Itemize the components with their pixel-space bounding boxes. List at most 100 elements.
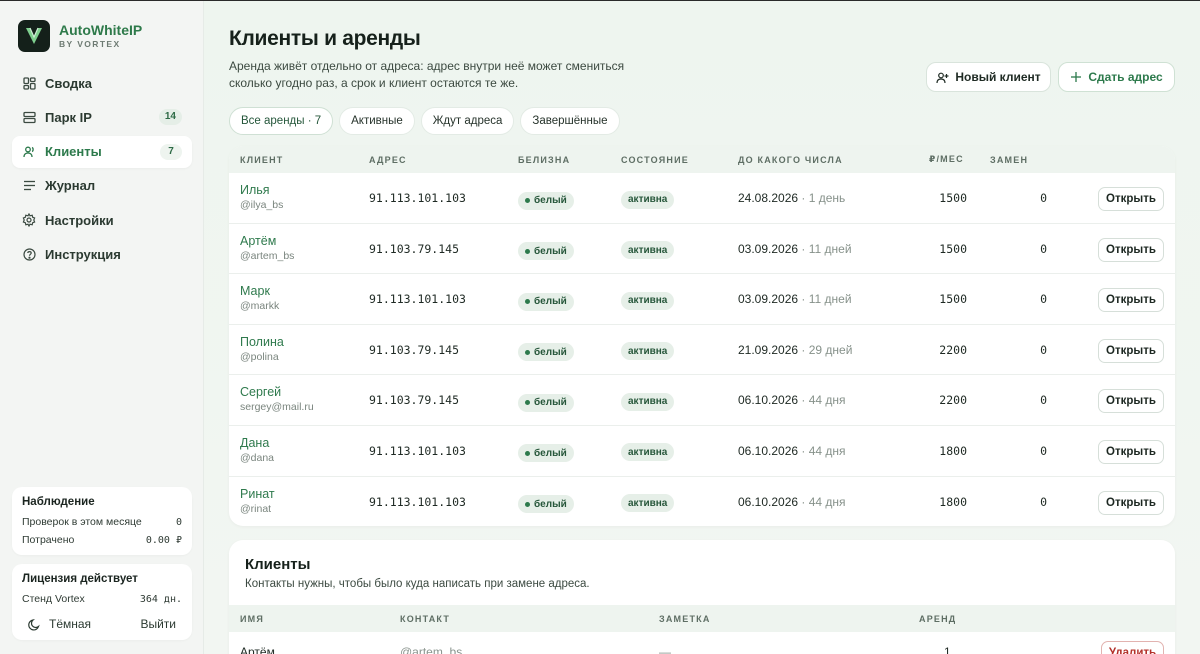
table-row: Ринат @rinat 91.113.101.103 белый активна 06.… xyxy=(229,477,1175,526)
status-dot-icon xyxy=(525,450,530,456)
whiteness-label: белый xyxy=(534,245,567,257)
add-user-icon xyxy=(936,72,949,83)
client-name-link[interactable]: Полина xyxy=(240,335,284,350)
open-rental-button[interactable]: Открыть xyxy=(1098,490,1164,515)
give-address-button[interactable]: Сдать адрес xyxy=(1058,62,1175,92)
open-rental-button[interactable]: Открыть xyxy=(1098,237,1164,262)
column-header: АДРЕС xyxy=(369,154,407,165)
brand-name: AutoWhiteIP xyxy=(59,22,143,38)
whiteness-badge: белый xyxy=(518,292,574,311)
whiteness-label: белый xyxy=(534,346,567,358)
gear-icon xyxy=(22,213,36,228)
whiteness-label: белый xyxy=(534,195,567,206)
whiteness-cell: белый xyxy=(518,342,574,362)
days-left: · 44 дня xyxy=(801,443,846,458)
table-row: Артём @artem_bs — 1 Удалить xyxy=(229,632,1175,654)
open-rental-button[interactable]: Открыть xyxy=(1098,338,1164,363)
table-row: Илья @ilya_bs 91.113.101.103 белый активна 24… xyxy=(229,173,1175,224)
state-badge: активна xyxy=(621,342,675,361)
client-rentals-count: 1 xyxy=(944,645,951,654)
delete-client-button[interactable]: Удалить xyxy=(1101,641,1164,654)
sidebar-item-ip-park[interactable]: Парк IP 14 xyxy=(12,101,192,133)
client-name-link[interactable]: Илья xyxy=(240,183,283,198)
open-rental-button[interactable]: Открыть xyxy=(1098,439,1164,464)
state-badge: активна xyxy=(621,241,675,260)
clients-subtitle: Контакты нужны, чтобы было куда написать… xyxy=(245,578,590,590)
client-cell: Марк @markk xyxy=(240,284,279,314)
state-cell: активна xyxy=(621,391,675,411)
theme-label: Тёмная xyxy=(49,617,92,631)
until-date: 06.10.2026 · 44 дня xyxy=(738,444,846,458)
state-cell: активна xyxy=(621,240,675,260)
monthly-price: 1500 xyxy=(939,191,967,205)
client-handle: @markk xyxy=(240,300,280,313)
open-rental-button[interactable]: Открыть xyxy=(1098,288,1164,313)
state-cell: активна xyxy=(621,341,675,361)
brand[interactable]: AutoWhiteIP BY VORTEX xyxy=(18,20,142,52)
table-row: Полина @polina 91.103.79.145 белый активна 21… xyxy=(229,325,1175,376)
whiteness-label: белый xyxy=(534,296,567,308)
whiteness-badge: белый xyxy=(518,393,574,412)
date-value: 06.10.2026 xyxy=(738,443,799,458)
sidebar-item-clients[interactable]: Клиенты 7 xyxy=(12,135,192,168)
until-date: 06.10.2026 · 44 дня xyxy=(738,393,846,407)
client-name-link[interactable]: Дана xyxy=(240,436,274,451)
date-value: 03.09.2026 xyxy=(738,292,799,307)
client-name-link[interactable]: Ринат xyxy=(240,487,275,502)
brand-sub: BY VORTEX xyxy=(59,39,121,49)
column-header: БЕЛИЗНА xyxy=(518,154,571,165)
theme-toggle[interactable]: Тёмная xyxy=(28,617,91,631)
filter-active[interactable]: Активные xyxy=(339,107,415,135)
monitoring-label: Проверок в этом месяце xyxy=(22,516,142,528)
page-subtitle: Аренда живёт отдельно от адреса: адрес в… xyxy=(229,59,625,90)
whiteness-cell: белый xyxy=(518,494,574,514)
column-header: КОНТАКТ xyxy=(400,614,451,624)
logout-button[interactable]: Выйти xyxy=(140,617,176,631)
new-client-button[interactable]: Новый клиент xyxy=(926,62,1051,92)
column-header: ИМЯ xyxy=(240,614,265,624)
filter-all[interactable]: Все аренды · 7 xyxy=(229,107,334,135)
monitoring-value: 0.00 ₽ xyxy=(145,534,182,546)
days-left: · 29 дней xyxy=(801,342,853,357)
open-rental-button[interactable]: Открыть xyxy=(1098,389,1164,414)
client-handle: @rinat xyxy=(240,502,272,515)
state-cell: активна xyxy=(621,493,675,513)
date-value: 06.10.2026 xyxy=(738,393,799,408)
column-header: КЛИЕНТ xyxy=(240,154,284,165)
filter-finished[interactable]: Завершённые xyxy=(520,107,620,135)
sidebar-item-help[interactable]: Инструкция xyxy=(12,238,192,270)
sidebar-item-settings[interactable]: Настройки xyxy=(12,204,192,236)
replacement-count: 0 xyxy=(1040,191,1047,205)
sidebar-item-label: Журнал xyxy=(45,178,96,194)
client-name-link[interactable]: Артём xyxy=(240,234,294,249)
column-header: АРЕНД xyxy=(919,614,957,624)
client-name-link[interactable]: Марк xyxy=(240,284,279,299)
license-value: 364 дн. xyxy=(139,593,182,605)
column-header: ЗАМЕТКА xyxy=(659,614,711,624)
filter-waiting[interactable]: Ждут адреса xyxy=(420,107,515,135)
client-name-link[interactable]: Сергей xyxy=(240,385,314,400)
whiteness-badge: белый xyxy=(518,495,574,514)
status-dot-icon xyxy=(525,198,530,203)
sidebar: AutoWhiteIP BY VORTEX Сводка Парк IP 14 … xyxy=(0,1,204,654)
ip-address: 91.103.79.145 xyxy=(369,393,460,408)
replacement-count: 0 xyxy=(1040,494,1047,509)
client-cell: Сергей sergey@mail.ru xyxy=(240,385,314,415)
sidebar-item-dashboard[interactable]: Сводка xyxy=(12,67,192,99)
date-value: 21.09.2026 xyxy=(738,342,799,357)
table-row: Дана @dana 91.113.101.103 белый активна 06.10… xyxy=(229,426,1175,477)
logo-icon xyxy=(18,20,50,52)
rentals-table: КЛИЕНТ АДРЕС БЕЛИЗНА СОСТОЯНИЕ ДО КАКОГО… xyxy=(229,146,1175,526)
open-rental-button[interactable]: Открыть xyxy=(1098,187,1164,211)
client-name: Артём xyxy=(240,645,275,654)
page-title: Клиенты и аренды xyxy=(229,27,421,50)
status-dot-icon xyxy=(525,299,530,305)
client-note: — xyxy=(659,645,671,654)
whiteness-badge: белый xyxy=(518,343,574,362)
table-row: Артём @artem_bs 91.103.79.145 белый активна 0… xyxy=(229,224,1175,275)
sidebar-item-journal[interactable]: Журнал xyxy=(12,170,192,202)
clients-section: Клиенты Контакты нужны, чтобы было куда … xyxy=(229,540,1175,654)
state-cell: активна xyxy=(621,290,675,310)
give-address-label: Сдать адрес xyxy=(1088,70,1163,84)
new-client-label: Новый клиент xyxy=(955,70,1041,84)
